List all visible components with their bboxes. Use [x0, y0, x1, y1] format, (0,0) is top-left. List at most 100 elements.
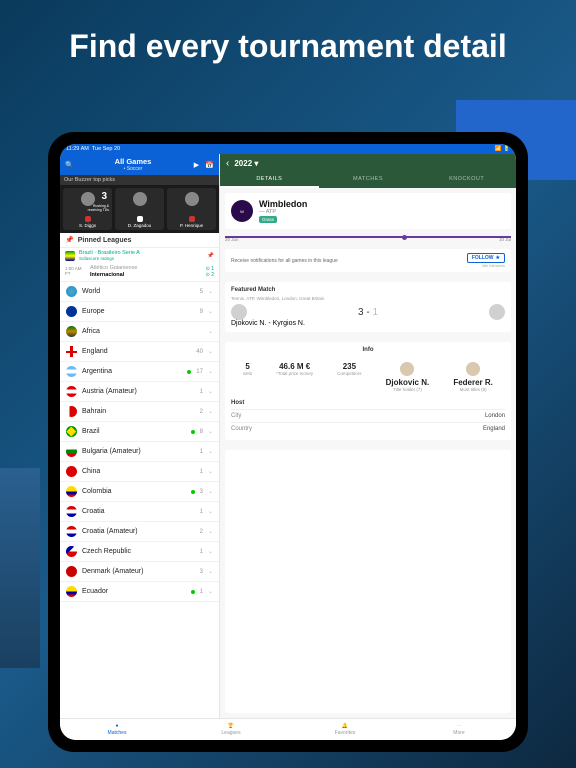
match-count: 17 [196, 369, 203, 375]
player-name: D. Zagadou [128, 223, 152, 228]
flag-icon [66, 426, 77, 437]
right-pane: ‹ 2022 ▾ DETAILSMATCHESKNOCKOUT W Wimble… [220, 154, 516, 718]
leagues-icon: 🏆 [228, 723, 234, 729]
device-frame: 11:29 AM Tue Sep 20 📶 🔋 🔍 All Games • So… [48, 132, 528, 752]
match-count: 3 [200, 569, 203, 575]
tourney-header: ‹ 2022 ▾ [220, 154, 516, 172]
flag-icon [66, 286, 77, 297]
live-indicator [191, 490, 195, 494]
match-count: 2 [200, 409, 203, 415]
match-count: 3 [200, 489, 203, 495]
live-indicator [191, 430, 195, 434]
left-pane: 🔍 All Games • Soccer ▶ 📅 Our Buzzer top … [60, 154, 220, 718]
country-row[interactable]: Argentina 17 ⌄ [60, 362, 219, 382]
bottom-tab-leagues[interactable]: 🏆Leagues [174, 719, 288, 740]
country-name: Argentina [82, 368, 182, 375]
chevron-down-icon: ⌄ [208, 568, 213, 575]
flag-icon [66, 546, 77, 557]
flag-icon [66, 406, 77, 417]
match-row[interactable]: 1:00 AMFT Atlético Goianiense Internacio… [60, 263, 219, 282]
country-row[interactable]: Czech Republic1⌄ [60, 542, 219, 562]
country-row[interactable]: Colombia3⌄ [60, 482, 219, 502]
host-row: CityLondon [231, 409, 505, 422]
match-count: 1 [200, 389, 203, 395]
country-row[interactable]: Brazil8⌄ [60, 422, 219, 442]
match-count: 8 [200, 429, 203, 435]
bottom-tab-favorites[interactable]: 🔔Favorites [288, 719, 402, 740]
screen: 11:29 AM Tue Sep 20 📶 🔋 🔍 All Games • So… [60, 144, 516, 740]
chevron-down-icon: ⌄ [208, 468, 213, 475]
live-icon[interactable]: ▶ [192, 160, 201, 169]
country-list[interactable]: World5⌄Europe9⌄Africa⌄England40⌄Argentin… [60, 282, 219, 718]
player-avatar [185, 192, 199, 206]
left-header: 🔍 All Games • Soccer ▶ 📅 [60, 154, 219, 175]
picks-row[interactable]: 3Rushing & receiving TDsS. Diggs D. Zagad… [60, 185, 219, 233]
player-name: S. Diggs [79, 223, 96, 228]
live-indicator [187, 370, 191, 374]
year-selector[interactable]: 2022 ▾ [234, 159, 258, 168]
tab-matches[interactable]: MATCHES [319, 172, 418, 188]
pick-card[interactable]: 3Rushing & receiving TDsS. Diggs [63, 188, 112, 230]
pick-card[interactable]: D. Zagadou [115, 188, 164, 230]
more-icon: ⋯ [457, 723, 462, 729]
tab-knockout[interactable]: KNOCKOUT [417, 172, 516, 188]
headline: Find every tournament detail [0, 0, 576, 83]
flag-icon [66, 386, 77, 397]
country-row[interactable]: Europe9⌄ [60, 302, 219, 322]
chevron-down-icon: ⌄ [208, 328, 213, 335]
pin-icon[interactable]: 📌 [207, 253, 214, 259]
flag-icon [66, 566, 77, 577]
back-icon[interactable]: ‹ [226, 158, 229, 169]
chevron-down-icon: ⌄ [208, 488, 213, 495]
pinned-league[interactable]: Brazil · Brasileiro Serie A Sofascore ra… [60, 248, 219, 263]
country-row[interactable]: Croatia (Amateur)2⌄ [60, 522, 219, 542]
info-item: 46.6 M €*Total prize money [276, 362, 313, 392]
country-row[interactable]: China1⌄ [60, 462, 219, 482]
player-avatar [400, 362, 414, 376]
country-name: Bulgaria (Amateur) [82, 448, 195, 455]
info-item: 235Competitors [337, 362, 361, 392]
country-row[interactable]: Bulgaria (Amateur)1⌄ [60, 442, 219, 462]
crest-icon [137, 216, 143, 222]
surface-badge: Grass [259, 216, 277, 223]
country-name: Croatia (Amateur) [82, 528, 195, 535]
match-count: 1 [200, 449, 203, 455]
header-title[interactable]: All Games [78, 157, 188, 166]
country-row[interactable]: Croatia1⌄ [60, 502, 219, 522]
calendar-icon[interactable]: 📅 [205, 160, 214, 169]
info-card: Info 5Sets46.6 M €*Total prize money235C… [225, 342, 511, 440]
country-row[interactable]: Africa⌄ [60, 322, 219, 342]
follow-button[interactable]: FOLLOW ★ [467, 253, 505, 263]
tourney-card[interactable]: W Wimbledon — ATP Grass [225, 193, 511, 229]
pinned-header: 📌 Pinned Leagues [60, 233, 219, 248]
status-right: 📶 🔋 [495, 146, 510, 152]
featured-card[interactable]: Featured Match Tennis, ATP, Wimbledon, L… [225, 282, 511, 332]
chevron-down-icon: ⌄ [208, 348, 213, 355]
country-name: Europe [82, 308, 195, 315]
host-row: CountryEngland [231, 422, 505, 435]
chevron-down-icon: ⌄ [208, 368, 213, 375]
chevron-down-icon: ⌄ [208, 288, 213, 295]
country-name: Czech Republic [82, 548, 195, 555]
country-row[interactable]: Bahrain2⌄ [60, 402, 219, 422]
country-name: Brazil [82, 428, 186, 435]
country-row[interactable]: Denmark (Amateur)3⌄ [60, 562, 219, 582]
bottom-tab-matches[interactable]: ●Matches [60, 719, 174, 740]
country-row[interactable]: Ecuador1⌄ [60, 582, 219, 602]
search-icon[interactable]: 🔍 [65, 160, 74, 169]
country-name: Ecuador [82, 588, 186, 595]
country-name: Croatia [82, 508, 195, 515]
crest-icon [85, 216, 91, 222]
country-row[interactable]: England40⌄ [60, 342, 219, 362]
pick-card[interactable]: P. Henrique [167, 188, 216, 230]
bottom-tab-more[interactable]: ⋯More [402, 719, 516, 740]
pin-icon: 📌 [65, 236, 74, 244]
player-avatar [133, 192, 147, 206]
match-count: 40 [196, 349, 203, 355]
tab-details[interactable]: DETAILS [220, 172, 319, 188]
country-row[interactable]: Austria (Amateur)1⌄ [60, 382, 219, 402]
live-indicator [191, 590, 195, 594]
country-row[interactable]: World5⌄ [60, 282, 219, 302]
favorites-icon: 🔔 [342, 723, 348, 729]
timeline: 20 Jun 10 Jul [225, 234, 511, 244]
